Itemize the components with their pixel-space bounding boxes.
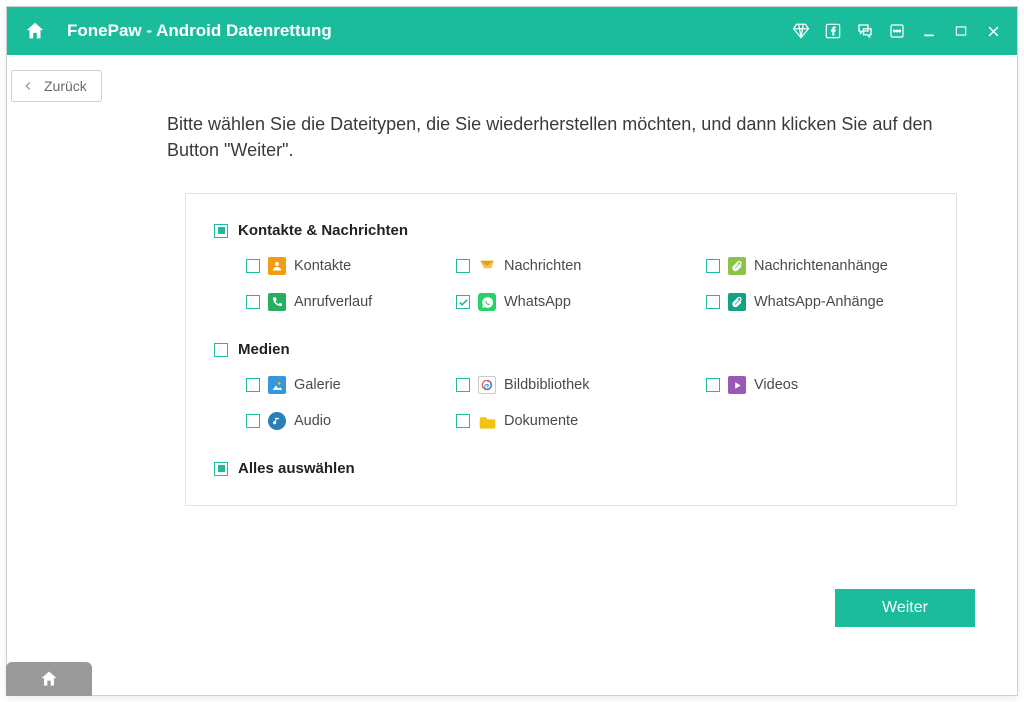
item-galerie[interactable]: Galerie [246, 376, 456, 394]
contacts-icon [268, 257, 286, 275]
gallery-icon [268, 376, 286, 394]
home-icon [24, 20, 46, 42]
section-contacts-messages: Kontakte & Nachrichten [214, 222, 928, 239]
topbar: Zurück [7, 55, 1017, 107]
checkbox-kontakte[interactable] [246, 259, 260, 273]
feedback-icon[interactable] [855, 21, 875, 41]
minimize-button[interactable] [919, 21, 939, 41]
checkbox-dokumente[interactable] [456, 414, 470, 428]
item-whatsapp-anhaenge[interactable]: WhatsApp-Anhänge [706, 293, 936, 311]
checkbox-videos[interactable] [706, 378, 720, 392]
call-log-icon [268, 293, 286, 311]
back-button[interactable]: Zurück [11, 70, 102, 102]
contacts-grid: Kontakte Nachrichten Nachrichtenanhänge [246, 257, 928, 311]
item-videos[interactable]: Videos [706, 376, 936, 394]
item-label: Anrufverlauf [294, 294, 372, 310]
item-kontakte[interactable]: Kontakte [246, 257, 456, 275]
item-label: WhatsApp [504, 294, 571, 310]
menu-icon[interactable] [887, 21, 907, 41]
item-label: Kontakte [294, 258, 351, 274]
arrow-left-icon [20, 79, 36, 93]
whatsapp-attachment-icon [728, 293, 746, 311]
filetype-panel: Kontakte & Nachrichten Kontakte Nachrich… [185, 193, 957, 506]
item-whatsapp[interactable]: WhatsApp [456, 293, 706, 311]
messages-icon [478, 257, 496, 275]
checkbox-nachrichten[interactable] [456, 259, 470, 273]
instruction-text: Bitte wählen Sie die Dateitypen, die Sie… [7, 107, 1017, 163]
item-nachrichten[interactable]: Nachrichten [456, 257, 706, 275]
media-grid: Galerie Bildbibliothek Videos [246, 376, 928, 430]
section-label: Kontakte & Nachrichten [238, 222, 408, 239]
maximize-button[interactable] [951, 21, 971, 41]
item-label: Audio [294, 413, 331, 429]
whatsapp-icon [478, 293, 496, 311]
titlebar: FonePaw - Android Datenrettung [7, 7, 1017, 55]
item-nachrichtenanhaenge[interactable]: Nachrichtenanhänge [706, 257, 936, 275]
checkbox-whatsapp[interactable] [456, 295, 470, 309]
item-label: Nachrichtenanhänge [754, 258, 888, 274]
checkbox-anrufverlauf[interactable] [246, 295, 260, 309]
checkbox-bildbibliothek[interactable] [456, 378, 470, 392]
home-tab[interactable] [6, 662, 92, 696]
checkbox-media-header[interactable] [214, 343, 228, 357]
item-audio[interactable]: Audio [246, 412, 456, 430]
select-all-label: Alles auswählen [238, 460, 355, 477]
next-button[interactable]: Weiter [835, 589, 975, 627]
item-label: Dokumente [504, 413, 578, 429]
section-label: Medien [238, 341, 290, 358]
back-label: Zurück [44, 78, 87, 94]
item-bildbibliothek[interactable]: Bildbibliothek [456, 376, 706, 394]
select-all-row[interactable]: Alles auswählen [214, 460, 928, 477]
videos-icon [728, 376, 746, 394]
section-media: Medien [214, 341, 928, 358]
checkbox-nachrichtenanhaenge[interactable] [706, 259, 720, 273]
item-anrufverlauf[interactable]: Anrufverlauf [246, 293, 456, 311]
item-label: Nachrichten [504, 258, 581, 274]
close-button[interactable] [983, 21, 1003, 41]
documents-icon [478, 412, 496, 430]
facebook-icon[interactable] [823, 21, 843, 41]
message-attachment-icon [728, 257, 746, 275]
footer: Weiter [835, 589, 975, 627]
app-window: FonePaw - Android Datenrettung [6, 6, 1018, 696]
image-library-icon [478, 376, 496, 394]
checkbox-galerie[interactable] [246, 378, 260, 392]
item-dokumente[interactable]: Dokumente [456, 412, 706, 430]
home-button[interactable] [21, 17, 49, 45]
premium-icon[interactable] [791, 21, 811, 41]
checkbox-whatsapp-anhaenge[interactable] [706, 295, 720, 309]
checkbox-audio[interactable] [246, 414, 260, 428]
checkbox-select-all[interactable] [214, 462, 228, 476]
item-label: Bildbibliothek [504, 377, 589, 393]
item-label: Videos [754, 377, 798, 393]
window-controls [791, 21, 1003, 41]
item-label: Galerie [294, 377, 341, 393]
home-icon [39, 669, 59, 689]
item-label: WhatsApp-Anhänge [754, 294, 884, 310]
checkbox-contacts-header[interactable] [214, 224, 228, 238]
audio-icon [268, 412, 286, 430]
app-title: FonePaw - Android Datenrettung [67, 21, 791, 41]
